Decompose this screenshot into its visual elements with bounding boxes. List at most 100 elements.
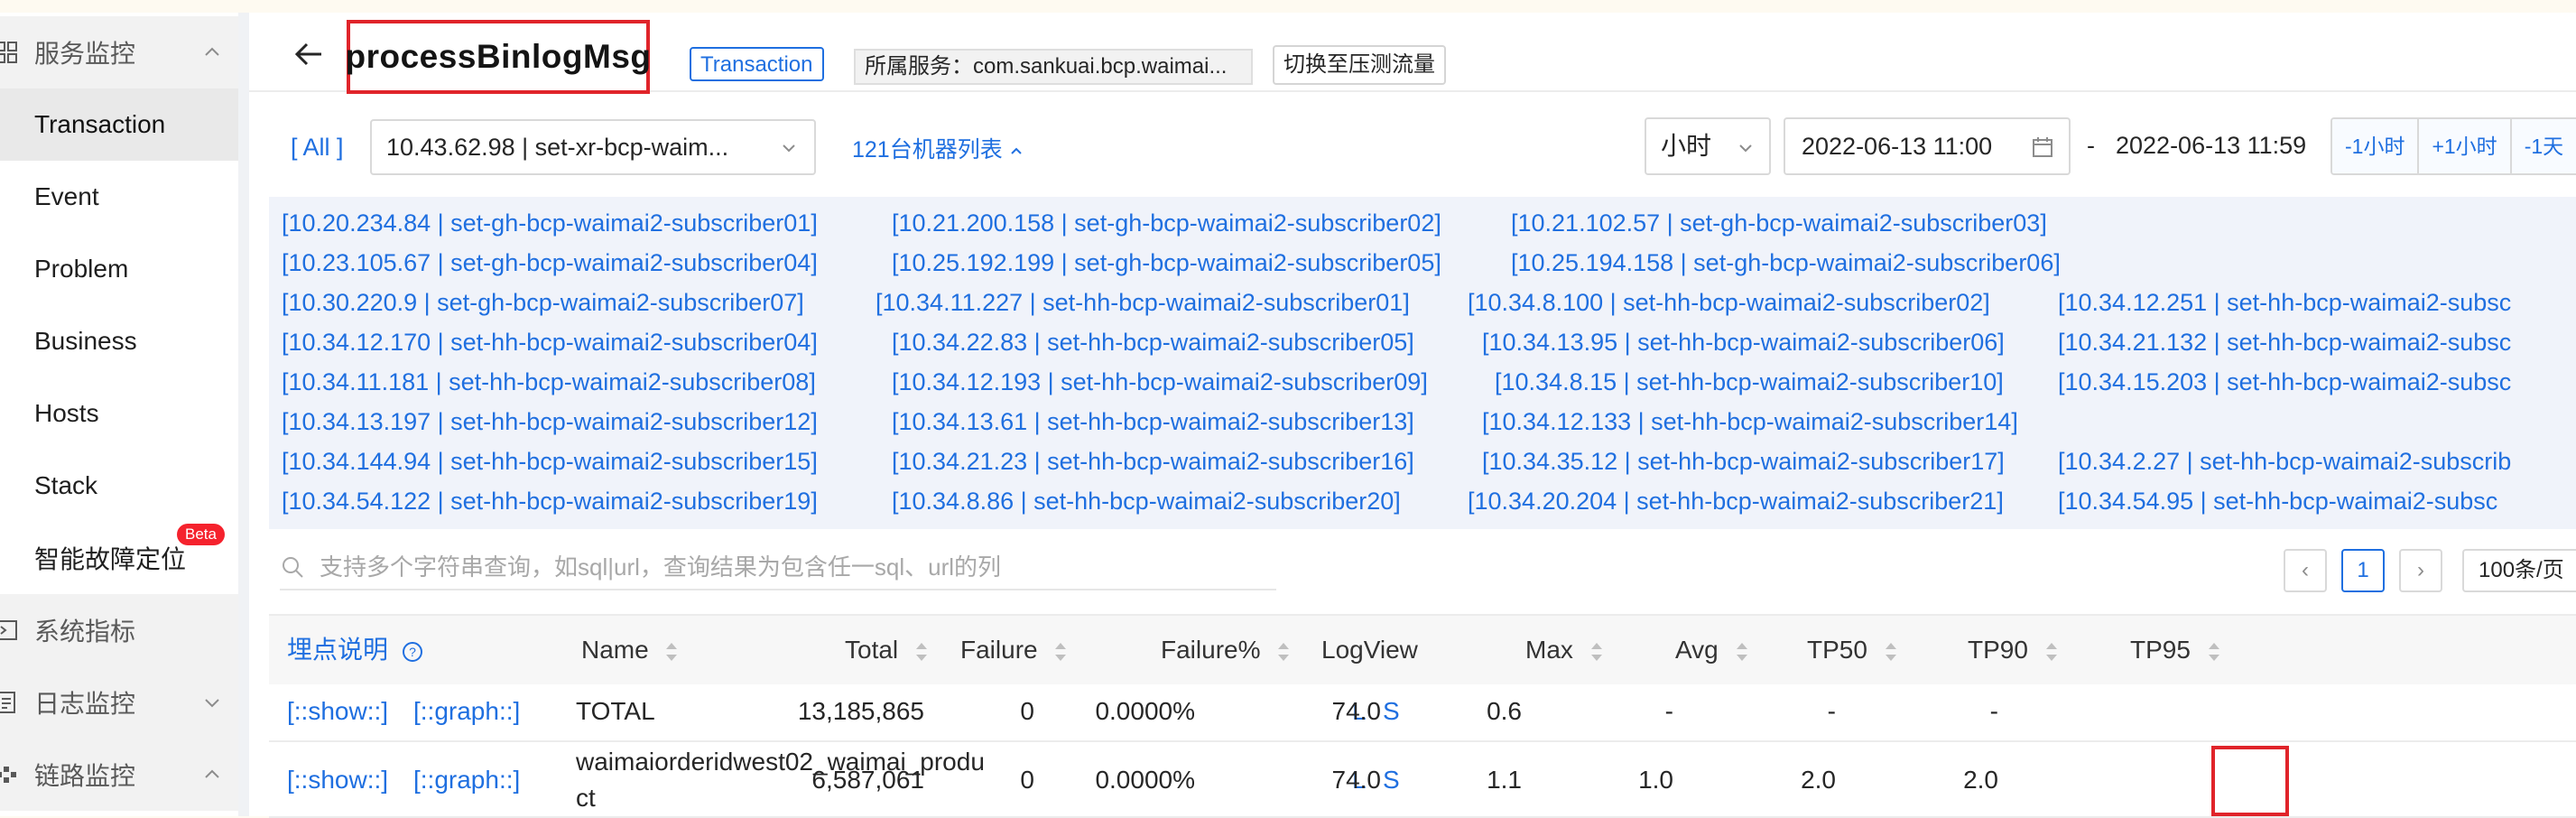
logview-s-link[interactable]: S	[1383, 766, 1400, 795]
header-name[interactable]: Name	[581, 616, 679, 684]
row-tp90: 2.0	[1801, 766, 1836, 794]
chevron-down-icon	[783, 144, 795, 153]
host-link[interactable]: [10.21.102.57 | set-gh-bcp-waimai2-subsc…	[1511, 209, 2047, 237]
sort-icon	[1278, 642, 1290, 661]
prev-page-button[interactable]: ‹	[2284, 549, 2327, 592]
search-input[interactable]	[318, 545, 1269, 589]
sidebar-item-label: Stack	[34, 471, 98, 499]
sidebar-group-service-monitor[interactable]: 服务监控	[0, 16, 238, 88]
host-link[interactable]: [10.34.21.132 | set-hh-bcp-waimai2-subsc	[2058, 329, 2511, 357]
header-avg[interactable]: Avg	[1675, 616, 1749, 684]
sort-icon	[2045, 642, 2057, 661]
range-separator: -	[2087, 132, 2095, 159]
chevron-down-icon	[205, 699, 219, 708]
show-link[interactable]: [::show::]	[287, 697, 388, 726]
minus-1-hour-button[interactable]: -1小时	[2332, 119, 2420, 173]
host-link[interactable]: [10.23.105.67 | set-gh-bcp-waimai2-subsc…	[282, 249, 818, 277]
header-tp95-label: TP95	[2130, 636, 2191, 664]
host-link[interactable]: [10.30.220.9 | set-gh-bcp-waimai2-subscr…	[282, 289, 804, 317]
current-page-button[interactable]: 1	[2341, 549, 2385, 592]
header-desc-label: 埋点说明	[287, 636, 389, 664]
all-hosts-link[interactable]: [ All ]	[291, 134, 344, 162]
terminal-icon	[0, 620, 17, 640]
host-link[interactable]: [10.34.12.170 | set-hh-bcp-waimai2-subsc…	[282, 329, 818, 357]
switch-stress-traffic-button[interactable]: 切换至压测流量	[1273, 45, 1446, 85]
row-tp90: -	[1827, 697, 1836, 725]
host-link[interactable]: [10.21.200.158 | set-gh-bcp-waimai2-subs…	[892, 209, 1441, 237]
sidebar-item-hosts[interactable]: Hosts	[0, 377, 238, 450]
header-total[interactable]: Total	[845, 616, 929, 684]
host-link[interactable]: [10.25.192.199 | set-gh-bcp-waimai2-subs…	[892, 249, 1441, 277]
next-page-button[interactable]: ›	[2399, 549, 2442, 592]
row-tp95: 2.0	[1963, 766, 1998, 794]
start-time-picker[interactable]: 2022-06-13 11:00	[1784, 117, 2071, 175]
sidebar-item-business[interactable]: Business	[0, 305, 238, 377]
minus-1-day-button[interactable]: -1天	[2511, 119, 2576, 173]
sidebar-group-log-monitor[interactable]: 日志监控	[0, 666, 238, 739]
host-link[interactable]: [10.34.12.133 | set-hh-bcp-waimai2-subsc…	[1482, 408, 2018, 436]
plus-1-hour-button[interactable]: +1小时	[2419, 119, 2512, 173]
chevron-up-icon	[205, 47, 219, 56]
host-link[interactable]: [10.25.194.158 | set-gh-bcp-waimai2-subs…	[1511, 249, 2061, 277]
host-link[interactable]: [10.34.13.61 | set-hh-bcp-waimai2-subscr…	[892, 408, 1414, 436]
sidebar-item-problem[interactable]: Problem	[0, 233, 238, 305]
row-avg: 1.1	[1487, 766, 1522, 794]
host-select[interactable]: 10.43.62.98 | set-xr-bcp-waim...	[370, 119, 816, 175]
main-panel: processBinlogMsg Transaction 所属服务：com.sa…	[249, 13, 2576, 818]
row-name: TOTAL	[576, 697, 655, 725]
graph-link[interactable]: [::graph::]	[413, 766, 520, 795]
host-link[interactable]: [10.34.11.181 | set-hh-bcp-waimai2-subsc…	[282, 368, 816, 396]
sidebar-group-link-monitor[interactable]: 链路监控	[0, 739, 238, 811]
host-link[interactable]: [10.34.8.100 | set-hh-bcp-waimai2-subscr…	[1468, 289, 1990, 317]
logview-s-link[interactable]: S	[1383, 697, 1400, 726]
show-link[interactable]: [::show::]	[287, 766, 388, 795]
header-tp90[interactable]: TP90	[1968, 616, 2059, 684]
header-failure-pct[interactable]: Failure%	[1161, 616, 1291, 684]
page-size-select[interactable]: 100条/页	[2462, 549, 2576, 592]
host-link[interactable]: [10.34.15.203 | set-hh-bcp-waimai2-subsc	[2058, 368, 2511, 396]
help-icon[interactable]: ?	[401, 640, 424, 664]
host-link[interactable]: [10.34.8.15 | set-hh-bcp-waimai2-subscri…	[1495, 368, 2004, 396]
machine-list-label: 121台机器列表	[852, 137, 1003, 163]
avg-highlight-box	[2211, 746, 2289, 816]
host-link[interactable]: [10.34.11.227 | set-hh-bcp-waimai2-subsc…	[876, 289, 1410, 317]
time-unit-select[interactable]: 小时	[1645, 117, 1771, 175]
sidebar-group-system-metrics[interactable]: 系统指标	[0, 594, 238, 666]
header-bar: processBinlogMsg Transaction 所属服务：com.sa…	[249, 13, 2576, 94]
host-link[interactable]: [10.34.144.94 | set-hh-bcp-waimai2-subsc…	[282, 448, 818, 476]
host-link[interactable]: [10.34.35.12 | set-hh-bcp-waimai2-subscr…	[1482, 448, 2005, 476]
back-arrow-icon[interactable]	[291, 36, 327, 72]
host-link[interactable]: [10.34.20.204 | set-hh-bcp-waimai2-subsc…	[1468, 488, 2004, 516]
host-link[interactable]: [10.34.13.95 | set-hh-bcp-waimai2-subscr…	[1482, 329, 2005, 357]
sidebar-item-label: 智能故障定位	[34, 545, 187, 573]
sidebar-item-event[interactable]: Event	[0, 161, 238, 233]
row-failure: 0	[1020, 697, 1034, 725]
sort-icon	[1055, 642, 1067, 661]
sidebar-item-label: Transaction	[34, 110, 166, 138]
header-max[interactable]: Max	[1525, 616, 1604, 684]
sidebar-item-stack[interactable]: Stack	[0, 450, 238, 522]
sidebar-item-transaction[interactable]: Transaction	[0, 88, 238, 161]
host-link[interactable]: [10.34.54.95 | set-hh-bcp-waimai2-subsc	[2058, 488, 2497, 516]
header-name-label: Name	[581, 636, 649, 664]
host-list-panel: [10.20.234.84 | set-gh-bcp-waimai2-subsc…	[269, 197, 2576, 529]
header-tp95[interactable]: TP95	[2130, 616, 2221, 684]
header-desc[interactable]: 埋点说明 ?	[287, 616, 424, 684]
sort-icon	[915, 642, 927, 661]
host-link[interactable]: [10.34.12.193 | set-hh-bcp-waimai2-subsc…	[892, 368, 1428, 396]
row-failure-pct: 0.0000%	[1095, 697, 1195, 725]
header-tp50[interactable]: TP50	[1807, 616, 1898, 684]
host-link[interactable]: [10.34.22.83 | set-hh-bcp-waimai2-subscr…	[892, 329, 1414, 357]
host-link[interactable]: [10.20.234.84 | set-gh-bcp-waimai2-subsc…	[282, 209, 818, 237]
chevron-up-icon	[205, 769, 219, 778]
graph-link[interactable]: [::graph::]	[413, 697, 520, 726]
host-link[interactable]: [10.34.8.86 | set-hh-bcp-waimai2-subscri…	[892, 488, 1401, 516]
host-link[interactable]: [10.34.13.197 | set-hh-bcp-waimai2-subsc…	[282, 408, 818, 436]
host-link[interactable]: [10.34.2.27 | set-hh-bcp-waimai2-subscri…	[2058, 448, 2511, 476]
machine-list-toggle[interactable]: 121台机器列表	[852, 132, 1024, 164]
search-icon	[283, 557, 303, 578]
host-link[interactable]: [10.34.21.23 | set-hh-bcp-waimai2-subscr…	[892, 448, 1414, 476]
host-link[interactable]: [10.34.12.251 | set-hh-bcp-waimai2-subsc	[2058, 289, 2511, 317]
host-link[interactable]: [10.34.54.122 | set-hh-bcp-waimai2-subsc…	[282, 488, 818, 516]
header-failure[interactable]: Failure	[960, 616, 1068, 684]
